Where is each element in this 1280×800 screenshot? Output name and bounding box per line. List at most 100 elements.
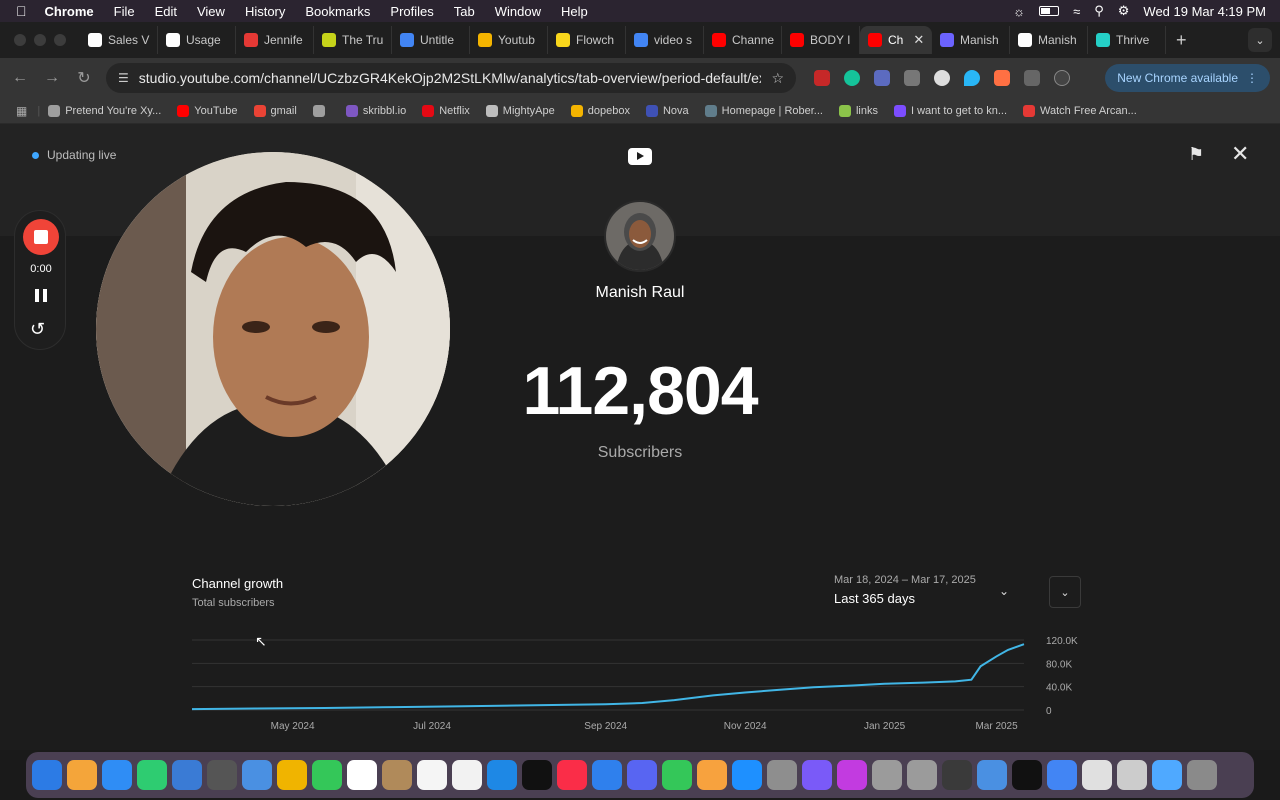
bookmark-item[interactable]: links: [831, 104, 886, 117]
new-chrome-available-button[interactable]: New Chrome available ⋮: [1105, 64, 1270, 92]
spotlight-search-icon[interactable]: ⚲: [1094, 3, 1104, 19]
restart-icon[interactable]: ↺: [30, 319, 45, 340]
browser-tab[interactable]: The Tru: [314, 26, 392, 54]
dock-app-icon[interactable]: [172, 760, 202, 790]
browser-tab[interactable]: video s: [626, 26, 704, 54]
bookmark-item[interactable]: dopebox: [563, 104, 638, 117]
droplet-extension-icon[interactable]: [964, 70, 980, 86]
dock-app-icon[interactable]: [207, 760, 237, 790]
menu-tab[interactable]: Tab: [444, 4, 485, 19]
brightness-icon[interactable]: ☼: [1013, 4, 1025, 19]
dock-app-icon[interactable]: [1152, 760, 1182, 790]
ghost-extension-icon[interactable]: [934, 70, 950, 86]
dock-app-icon[interactable]: [67, 760, 97, 790]
dock-app-icon[interactable]: [312, 760, 342, 790]
pen-extension-icon[interactable]: [994, 70, 1010, 86]
dock-app-icon[interactable]: [557, 760, 587, 790]
maximize-window-button[interactable]: [54, 34, 66, 46]
subscriber-growth-line[interactable]: [192, 643, 1025, 711]
back-arrow-icon[interactable]: ←: [4, 69, 36, 87]
menu-bookmarks[interactable]: Bookmarks: [295, 4, 380, 19]
minimize-window-button[interactable]: [34, 34, 46, 46]
grammarly-extension-icon[interactable]: [844, 70, 860, 86]
browser-tab[interactable]: Jennife: [236, 26, 314, 54]
dock-app-icon[interactable]: [417, 760, 447, 790]
site-info-icon[interactable]: ☰: [118, 71, 129, 85]
dock-app-icon[interactable]: [487, 760, 517, 790]
menubar-clock[interactable]: Wed 19 Mar 4:19 PM: [1143, 4, 1266, 19]
wifi-icon[interactable]: ≈: [1073, 4, 1080, 19]
menu-help[interactable]: Help: [551, 4, 598, 19]
dock-app-icon[interactable]: [767, 760, 797, 790]
dock-app-icon[interactable]: [102, 760, 132, 790]
menu-edit[interactable]: Edit: [145, 4, 187, 19]
bookmark-item[interactable]: [305, 104, 338, 117]
profile-avatar-icon[interactable]: [1054, 70, 1070, 86]
browser-tab[interactable]: Ch ✕: [860, 26, 932, 54]
dock-app-icon[interactable]: [907, 760, 937, 790]
close-icon[interactable]: ✕: [1231, 141, 1249, 167]
address-bar[interactable]: ☰ studio.youtube.com/channel/UCzbzGR4Kek…: [106, 63, 796, 93]
dock-app-icon[interactable]: [697, 760, 727, 790]
browser-tab[interactable]: Usage: [158, 26, 236, 54]
menu-app-name[interactable]: Chrome: [35, 4, 104, 19]
browser-tab[interactable]: Sales V: [80, 26, 158, 54]
bookmark-star-icon[interactable]: ☆: [771, 70, 784, 87]
period-chevron-down-icon[interactable]: ⌄: [999, 584, 1009, 598]
dock-app-icon[interactable]: [137, 760, 167, 790]
menu-window[interactable]: Window: [485, 4, 551, 19]
bookmark-item[interactable]: Netflix: [414, 104, 478, 117]
bookmark-item[interactable]: Watch Free Arcan...: [1015, 104, 1145, 117]
dock-app-icon[interactable]: [1187, 760, 1217, 790]
bookmark-item[interactable]: Nova: [638, 104, 697, 117]
dock-app-icon[interactable]: [1047, 760, 1077, 790]
period-selector[interactable]: Last 365 days: [834, 591, 915, 606]
adblock-extension-icon[interactable]: [814, 70, 830, 86]
tab-search-chevron-icon[interactable]: ⌄: [1248, 28, 1272, 52]
dock-app-icon[interactable]: [592, 760, 622, 790]
dock-app-icon[interactable]: [802, 760, 832, 790]
bookmark-item[interactable]: MightyApe: [478, 104, 563, 117]
dock-app-icon[interactable]: [837, 760, 867, 790]
reload-icon[interactable]: ↻: [68, 68, 100, 88]
expand-chevron-down-icon[interactable]: ⌄: [1049, 576, 1081, 608]
kebab-menu-icon[interactable]: ⋮: [1246, 71, 1258, 85]
dock-app-icon[interactable]: [627, 760, 657, 790]
dock-app-icon[interactable]: [1082, 760, 1112, 790]
dock-app-icon[interactable]: [977, 760, 1007, 790]
dock-app-icon[interactable]: [662, 760, 692, 790]
new-tab-button[interactable]: +: [1166, 30, 1197, 51]
dock-app-icon[interactable]: [452, 760, 482, 790]
dock-app-icon[interactable]: [872, 760, 902, 790]
bookmark-item[interactable]: skribbl.io: [338, 104, 414, 117]
dock-app-icon[interactable]: [277, 760, 307, 790]
browser-tab[interactable]: Thrive: [1088, 26, 1166, 54]
battery-icon[interactable]: [1039, 6, 1060, 16]
close-tab-icon[interactable]: ✕: [913, 32, 924, 48]
dock-app-icon[interactable]: [242, 760, 272, 790]
control-center-icon[interactable]: ⚙: [1118, 3, 1130, 19]
browser-tab[interactable]: BODY I: [782, 26, 860, 54]
address-url[interactable]: studio.youtube.com/channel/UCzbzGR4KekOj…: [139, 70, 762, 86]
dock-app-icon[interactable]: [32, 760, 62, 790]
pause-icon[interactable]: [35, 289, 47, 302]
menu-file[interactable]: File: [104, 4, 145, 19]
period-range[interactable]: Mar 18, 2024 – Mar 17, 2025: [834, 574, 976, 586]
browser-tab[interactable]: Channe: [704, 26, 782, 54]
dock-app-icon[interactable]: [1117, 760, 1147, 790]
extension-icon[interactable]: [904, 70, 920, 86]
bookmark-item[interactable]: Pretend You're Xy...: [40, 104, 169, 117]
bookmark-item[interactable]: gmail: [246, 104, 305, 117]
menu-history[interactable]: History: [235, 4, 295, 19]
browser-tab[interactable]: Flowch: [548, 26, 626, 54]
stop-recording-button[interactable]: [23, 219, 59, 255]
forward-arrow-icon[interactable]: →: [36, 69, 68, 87]
menu-profiles[interactable]: Profiles: [380, 4, 443, 19]
browser-tab[interactable]: Manish: [932, 26, 1010, 54]
dock-app-icon[interactable]: [942, 760, 972, 790]
dock-app-icon[interactable]: [1012, 760, 1042, 790]
dock-app-icon[interactable]: [347, 760, 377, 790]
screen-recorder-extension-icon[interactable]: [874, 70, 890, 86]
close-window-button[interactable]: [14, 34, 26, 46]
bookmark-item[interactable]: YouTube: [169, 104, 245, 117]
